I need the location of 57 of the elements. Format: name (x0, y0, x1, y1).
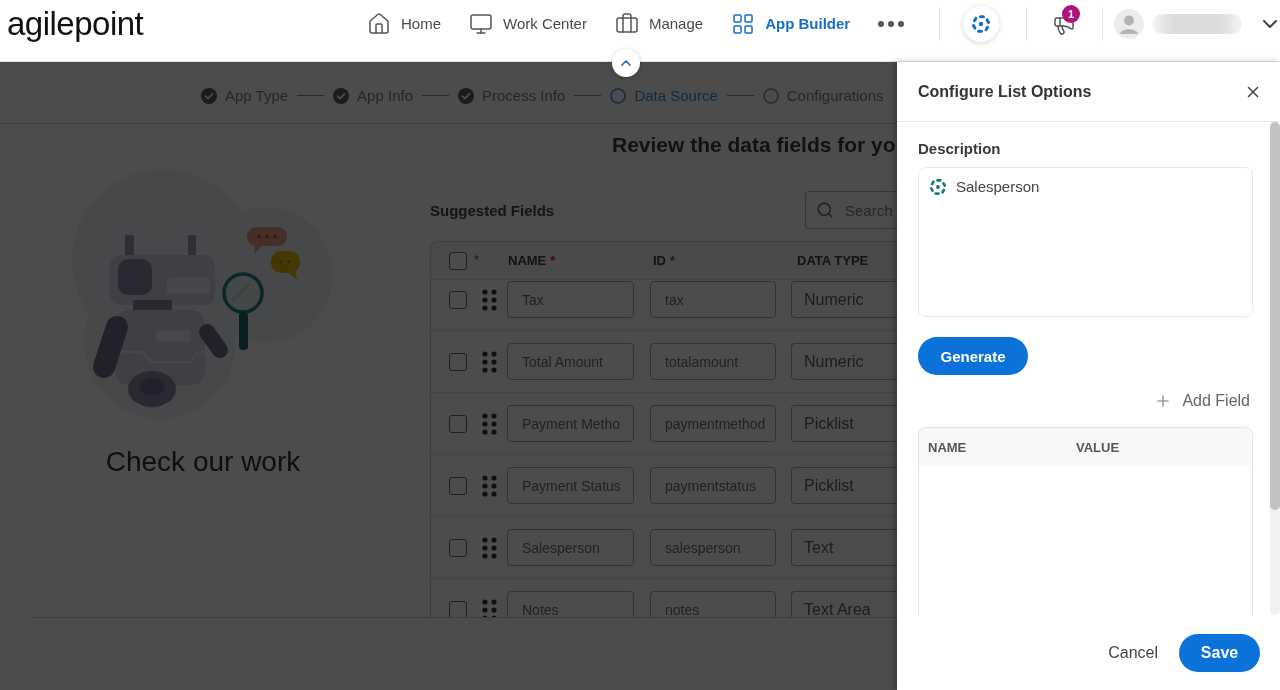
drag-handle-icon[interactable] (482, 412, 497, 435)
step-connector (574, 95, 602, 96)
nav-tab[interactable]: Work Center (469, 11, 587, 36)
section-title: Suggested Fields (430, 201, 555, 219)
briefcase-icon (614, 11, 639, 36)
notification-badge: 1 (1062, 4, 1080, 23)
page-heading: Review the data fields for yo (612, 132, 896, 158)
grid-icon (731, 11, 756, 36)
chevron-down-icon (1263, 19, 1277, 28)
drag-handle-icon[interactable] (482, 288, 497, 311)
announcements-button[interactable]: 1 (1050, 3, 1080, 44)
save-button[interactable]: Save (1179, 633, 1260, 672)
add-field-button[interactable]: Add Field (1154, 390, 1250, 412)
nav-tab[interactable]: App Builder (731, 11, 851, 36)
row-checkbox[interactable] (449, 352, 467, 371)
column-header: DATA TYPE (797, 253, 869, 268)
row-checkbox[interactable] (449, 600, 467, 617)
cancel-button[interactable]: Cancel (1108, 643, 1158, 662)
step-connector (297, 95, 325, 96)
column-header: VALUE (1076, 439, 1120, 455)
logo[interactable]: agilepoint (7, 3, 167, 44)
nav-tab[interactable]: Home (367, 11, 441, 36)
field-label: Description (918, 140, 1001, 158)
avatar-icon (1114, 8, 1144, 39)
nav-tab[interactable]: Manage (614, 11, 704, 36)
column-header: NAME * (508, 253, 557, 268)
illustration-caption: Check our work (105, 445, 301, 479)
user-menu-button[interactable] (1263, 19, 1277, 28)
drag-handle-icon[interactable] (482, 474, 497, 497)
row-checkbox[interactable] (449, 414, 467, 433)
wizard-step[interactable]: Data Source (610, 87, 718, 104)
drag-handle-icon[interactable] (482, 598, 497, 617)
home-icon (367, 11, 391, 36)
drag-handle-icon[interactable] (482, 536, 497, 559)
avatar-button[interactable] (1114, 8, 1144, 39)
scrollbar[interactable] (1270, 122, 1280, 615)
scrollbar-thumb[interactable] (1270, 122, 1280, 510)
pinwheel-icon (929, 178, 947, 196)
search-icon (816, 201, 834, 219)
required-mark: * (474, 253, 480, 266)
drag-handle-icon[interactable] (482, 350, 497, 373)
more-button[interactable] (878, 20, 905, 27)
step-connector (726, 95, 754, 96)
step-connector (422, 95, 449, 96)
column-header: ID * (653, 253, 677, 268)
ai-assistant-button[interactable] (963, 5, 999, 42)
more-icon (878, 20, 905, 27)
column-header: NAME (928, 439, 968, 455)
row-checkbox[interactable] (449, 290, 467, 309)
panel-title: Configure List Options (918, 81, 1092, 102)
monitor-icon (469, 11, 493, 36)
row-checkbox[interactable] (449, 538, 467, 557)
pinwheel-icon (971, 13, 991, 34)
select-all-checkbox[interactable] (449, 251, 467, 270)
row-checkbox[interactable] (449, 476, 467, 495)
description-field[interactable]: Salesperson (918, 167, 1253, 317)
generate-button[interactable]: Generate (918, 337, 1028, 375)
